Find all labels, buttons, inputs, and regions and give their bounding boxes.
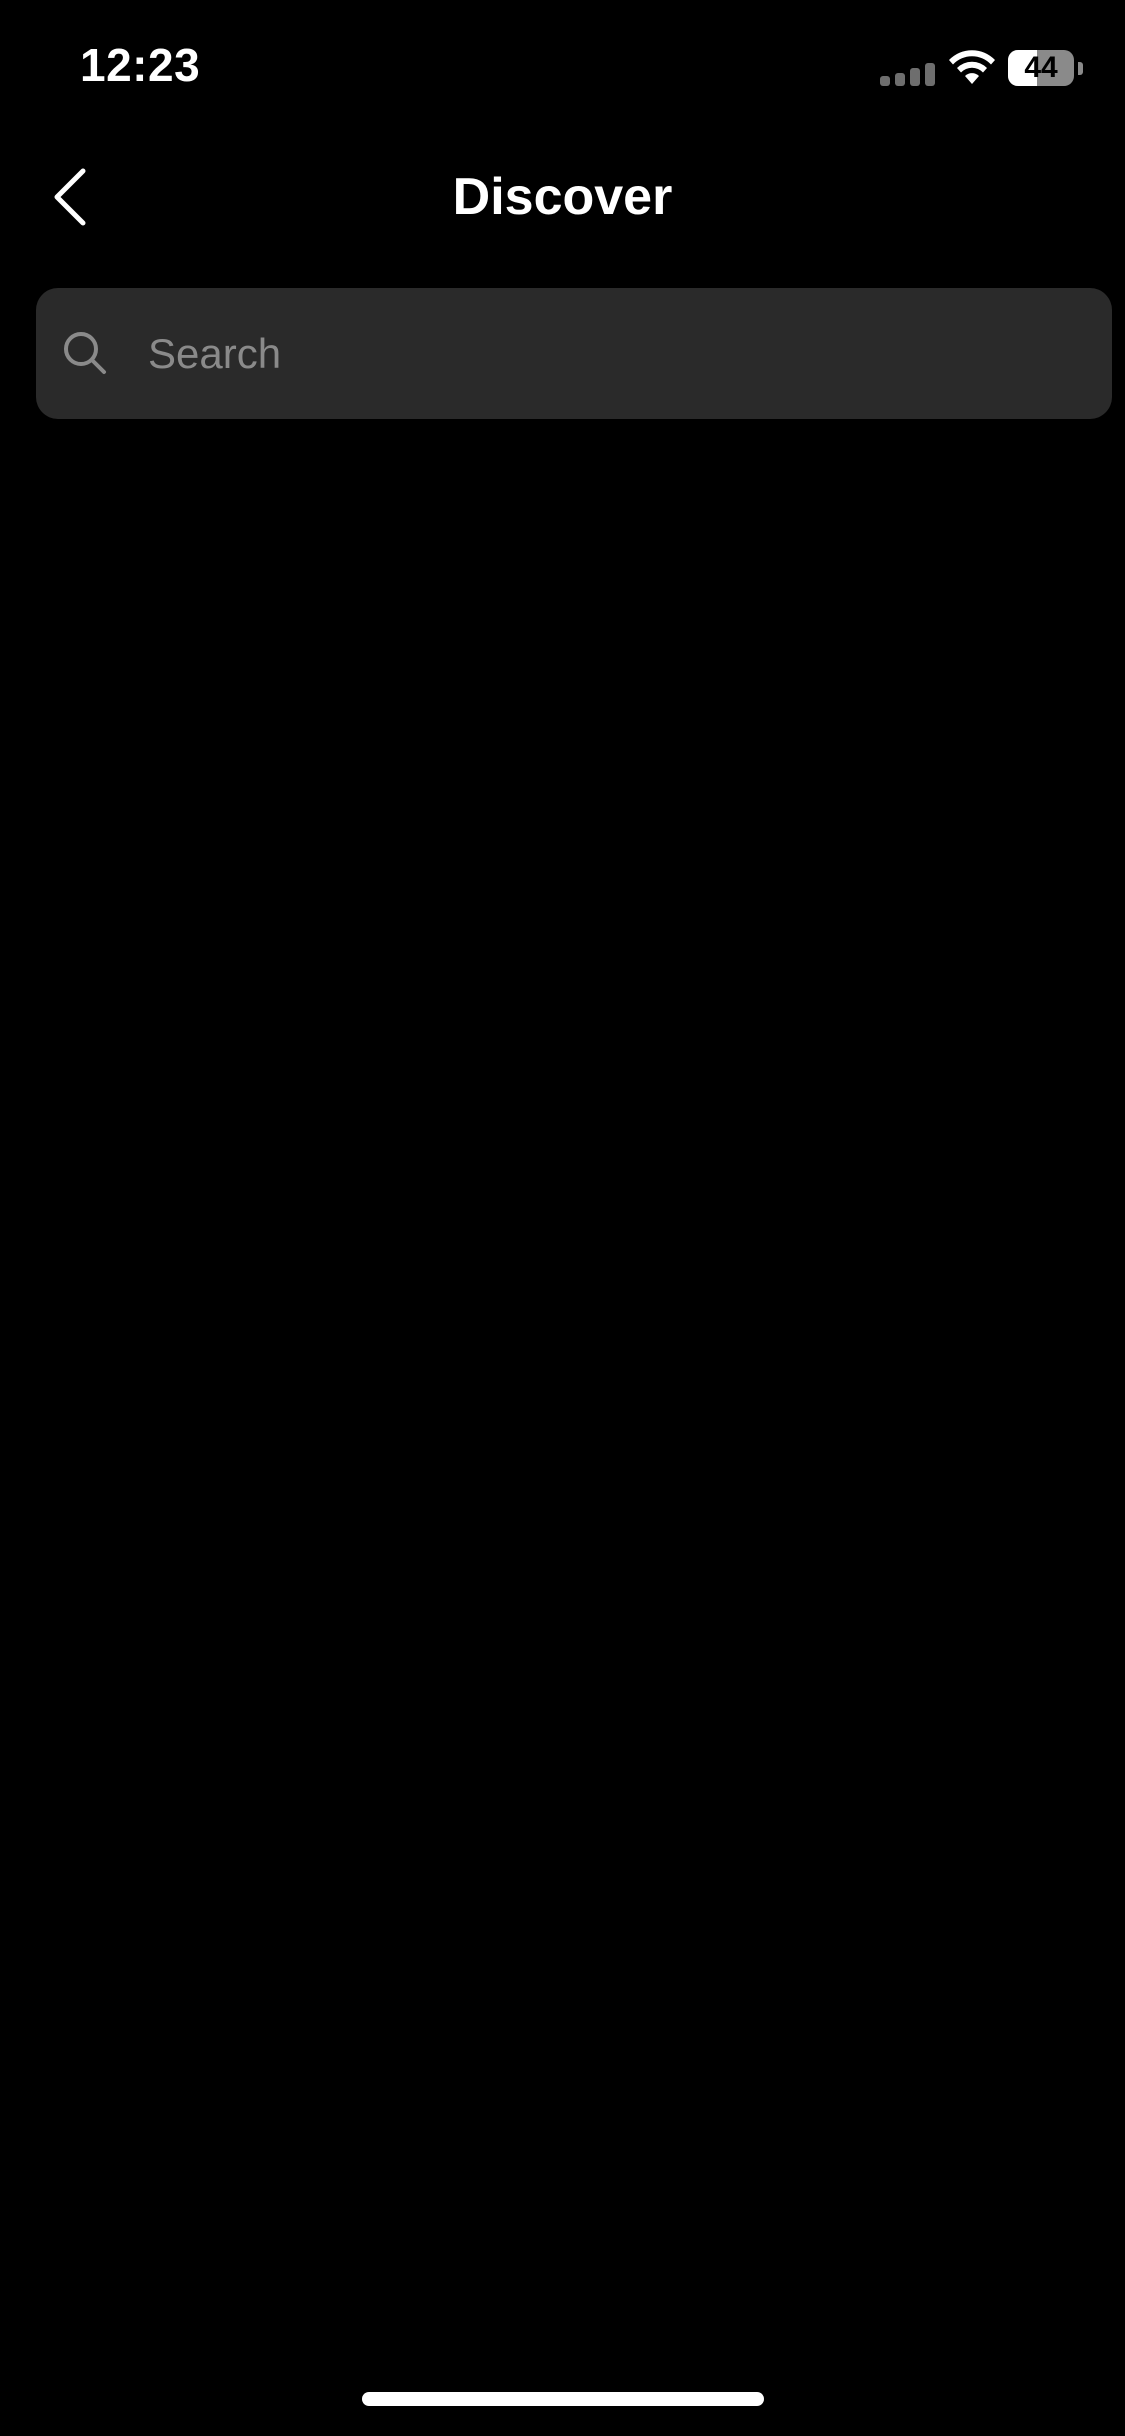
page-title: Discover: [452, 168, 673, 226]
nav-header: Discover: [0, 140, 1125, 255]
cellular-signal-icon: [880, 63, 935, 86]
battery-level: 44: [1024, 51, 1058, 84]
battery-icon: 44: [1008, 50, 1084, 88]
search-icon: [64, 332, 106, 374]
home-indicator[interactable]: [362, 2392, 764, 2406]
wifi-icon: [949, 50, 995, 84]
chevron-left-icon: [54, 168, 86, 226]
search-input[interactable]: [148, 288, 1088, 419]
status-time: 12:23: [80, 39, 201, 91]
search-bar[interactable]: [36, 288, 1112, 419]
status-bar: 12:23 44: [0, 0, 1125, 140]
back-button[interactable]: [36, 162, 106, 232]
